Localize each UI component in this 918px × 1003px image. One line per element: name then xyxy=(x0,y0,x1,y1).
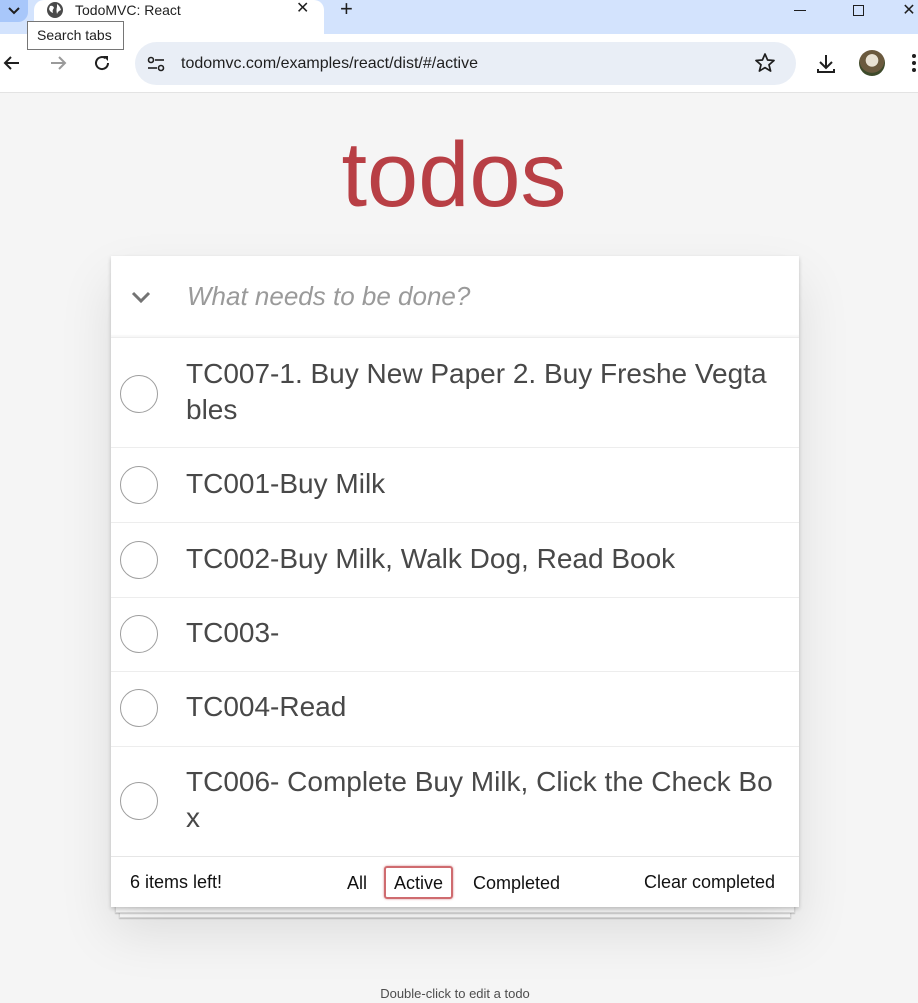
site-info-icon[interactable] xyxy=(145,53,167,75)
minimize-button[interactable] xyxy=(788,0,812,20)
toggle-all-icon[interactable] xyxy=(128,284,154,310)
chevron-down-icon xyxy=(8,7,20,15)
todo-checkbox[interactable] xyxy=(120,466,158,504)
back-button[interactable] xyxy=(0,51,24,75)
todo-label[interactable]: TC006- Complete Buy Milk, Click the Chec… xyxy=(186,764,781,836)
address-bar[interactable]: todomvc.com/examples/react/dist/#/active xyxy=(135,42,796,85)
todo-label[interactable]: TC004-Read xyxy=(186,689,781,725)
todo-label[interactable]: TC002-Buy Milk, Walk Dog, Read Book xyxy=(186,541,781,577)
new-todo-row xyxy=(111,256,799,338)
reload-button[interactable] xyxy=(90,51,114,75)
todo-item[interactable]: TC003- xyxy=(111,598,799,672)
todo-checkbox[interactable] xyxy=(120,782,158,820)
globe-icon xyxy=(47,2,63,18)
url-text[interactable]: todomvc.com/examples/react/dist/#/active xyxy=(181,54,478,74)
todo-label[interactable]: TC001-Buy Milk xyxy=(186,466,781,502)
tab-strip: TodoMVC: React ✕ + ✕ xyxy=(0,0,918,34)
app-title: todos xyxy=(341,124,567,226)
download-icon[interactable] xyxy=(814,52,838,76)
tab-close-icon[interactable]: ✕ xyxy=(296,0,309,18)
reload-icon xyxy=(95,56,110,71)
close-window-button[interactable]: ✕ xyxy=(900,0,918,20)
avatar[interactable] xyxy=(859,50,885,76)
todo-checkbox[interactable] xyxy=(120,375,158,413)
filter-completed[interactable]: Completed xyxy=(463,866,570,899)
todo-checkbox[interactable] xyxy=(120,615,158,653)
new-tab-button[interactable]: + xyxy=(340,0,353,20)
todo-checkbox[interactable] xyxy=(120,541,158,579)
todo-item[interactable]: TC007-1. Buy New Paper 2. Buy Freshe Veg… xyxy=(111,338,799,448)
todo-item[interactable]: TC002-Buy Milk, Walk Dog, Read Book xyxy=(111,523,799,598)
tab-search-button[interactable] xyxy=(0,0,28,22)
filter-all[interactable]: All xyxy=(337,866,377,899)
todo-footer: 6 items left! All Active Completed Clear… xyxy=(111,856,799,907)
maximize-icon xyxy=(852,4,864,16)
forward-button[interactable] xyxy=(46,51,70,75)
todo-checkbox[interactable] xyxy=(120,689,158,727)
todo-item[interactable]: TC006- Complete Buy Milk, Click the Chec… xyxy=(111,747,799,856)
items-left-count: 6 items left! xyxy=(130,872,223,892)
todo-label[interactable]: TC007-1. Buy New Paper 2. Buy Freshe Veg… xyxy=(186,356,781,428)
new-todo-input[interactable] xyxy=(187,276,777,316)
kebab-menu-icon[interactable] xyxy=(912,52,918,76)
clear-completed-button[interactable]: Clear completed xyxy=(644,872,775,893)
todo-app: TC007-1. Buy New Paper 2. Buy Freshe Veg… xyxy=(111,256,799,907)
todo-item[interactable]: TC004-Read xyxy=(111,672,799,747)
todo-label[interactable]: TC003- xyxy=(186,615,781,651)
minimize-icon xyxy=(794,9,806,11)
back-arrow-icon xyxy=(3,56,19,70)
filter-active[interactable]: Active xyxy=(384,866,454,899)
forward-arrow-icon xyxy=(51,56,67,70)
tab-title: TodoMVC: React xyxy=(75,2,181,18)
maximize-button[interactable] xyxy=(848,0,868,20)
info-text: Double-click to edit a todo xyxy=(380,986,530,1001)
todo-item[interactable]: TC001-Buy Milk xyxy=(111,448,799,523)
star-icon[interactable] xyxy=(754,52,776,74)
tooltip: Search tabs xyxy=(27,21,124,50)
browser-toolbar: todomvc.com/examples/react/dist/#/active xyxy=(0,34,918,93)
